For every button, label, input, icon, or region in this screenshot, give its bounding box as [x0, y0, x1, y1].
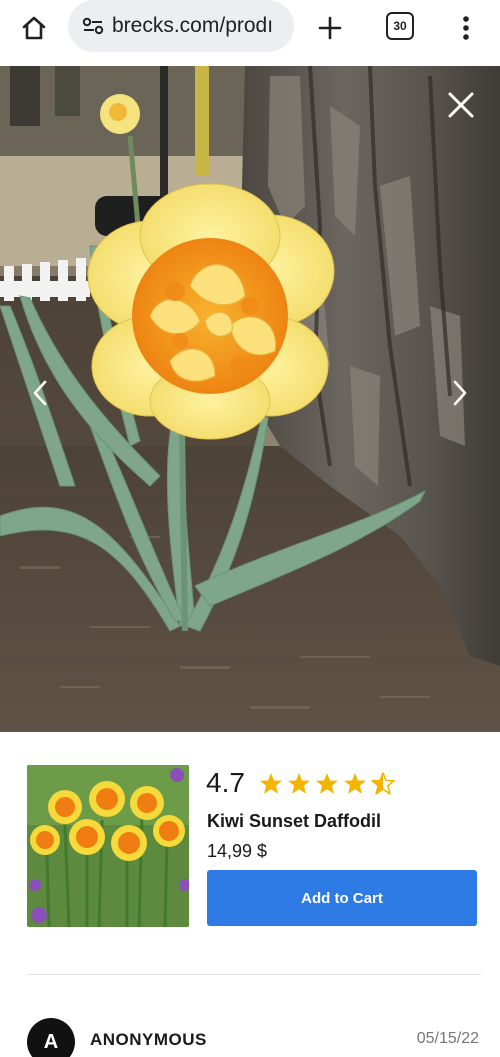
- product-name[interactable]: Kiwi Sunset Daffodil: [207, 811, 381, 832]
- star-full-icon: [315, 772, 338, 794]
- daffodil-photo: [0, 66, 500, 732]
- reviewer-name: ANONYMOUS: [90, 1030, 207, 1049]
- review-date: 05/15/22: [416, 1030, 479, 1047]
- chevron-right-icon[interactable]: [444, 378, 474, 408]
- rating-summary: 4.7: [206, 766, 395, 800]
- site-settings-icon[interactable]: [78, 16, 108, 36]
- star-half-icon: [371, 771, 395, 795]
- tab-count: 30: [393, 19, 407, 33]
- star-full-icon: [259, 772, 282, 794]
- avatar: A: [27, 1018, 75, 1057]
- star-full-icon: [343, 772, 366, 794]
- divider: [27, 974, 481, 975]
- home-icon[interactable]: [16, 10, 52, 46]
- rating-stars: [259, 771, 395, 795]
- star-full-icon: [287, 772, 310, 794]
- review-header: A ANONYMOUS 05/15/22: [27, 1016, 481, 1057]
- kebab-menu-icon[interactable]: [452, 8, 480, 48]
- product-price: 14,99 $: [207, 841, 268, 861]
- rating-value: 4.7: [206, 767, 245, 798]
- close-icon[interactable]: [446, 90, 476, 120]
- address-bar[interactable]: brecks.com/prodı: [68, 0, 294, 52]
- product-photo-lightbox: [0, 66, 500, 732]
- product-thumbnail[interactable]: [27, 765, 189, 927]
- tab-switcher-button[interactable]: 30: [386, 12, 414, 40]
- add-to-cart-button[interactable]: Add to Cart: [207, 870, 477, 926]
- browser-toolbar: brecks.com/prodı 30: [0, 0, 500, 66]
- plus-icon[interactable]: [312, 10, 348, 46]
- chevron-left-icon[interactable]: [26, 378, 56, 408]
- product-card: 4.7 Kiwi Sunset Daffodil 14,99 $ Add to …: [0, 732, 500, 1057]
- url-text[interactable]: brecks.com/prodı: [112, 14, 273, 38]
